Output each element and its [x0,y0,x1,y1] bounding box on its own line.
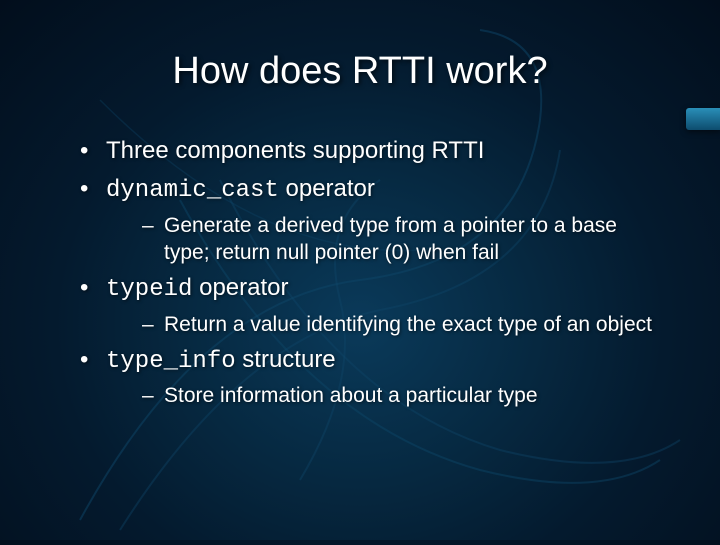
bullet-item: type_info structure Store information ab… [80,344,660,410]
bullet-item: Three components supporting RTTI [80,135,660,167]
slide-content: How does RTTI work? Three components sup… [0,0,720,540]
sub-item: Generate a derived type from a pointer t… [142,212,660,267]
code-term: typeid [106,276,192,303]
bullet-suffix: operator [192,274,288,301]
slide-title: How does RTTI work? [60,50,660,93]
bullet-item: dynamic_cast operator Generate a derived… [80,173,660,266]
bullet-suffix: structure [236,346,336,373]
sub-list: Return a value identifying the exact typ… [106,311,660,338]
bullet-suffix: operator [279,175,375,202]
sub-item: Store information about a particular typ… [142,382,660,409]
bullet-list: Three components supporting RTTI dynamic… [60,135,660,410]
bullet-text: Three components supporting RTTI [106,137,484,164]
sub-list: Store information about a particular typ… [106,382,660,409]
sub-list: Generate a derived type from a pointer t… [106,212,660,267]
sub-item: Return a value identifying the exact typ… [142,311,660,338]
bullet-item: typeid operator Return a value identifyi… [80,272,660,338]
code-term: dynamic_cast [106,177,279,204]
code-term: type_info [106,348,236,375]
